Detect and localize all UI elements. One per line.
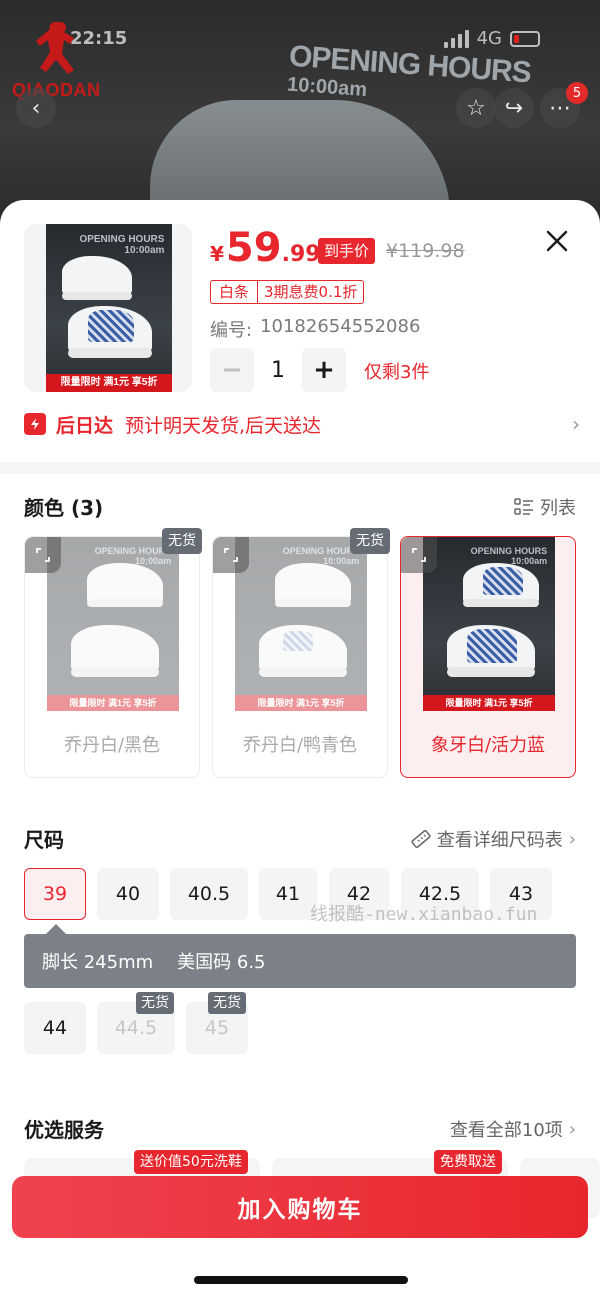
soldout-badge: 无货 <box>162 528 202 554</box>
size-tip: 脚长 245mm 美国码 6.5 <box>24 934 576 988</box>
home-indicator[interactable] <box>194 1276 408 1284</box>
delivery-text: 预计明天发货,后天送达 <box>125 414 322 437</box>
chevron-right-icon: › <box>568 1118 576 1140</box>
size-tip-arrow <box>46 924 66 934</box>
add-to-cart-button[interactable]: 加入购物车 <box>12 1176 588 1238</box>
soldout-badge: 无货 <box>350 528 390 554</box>
expand-icon[interactable] <box>25 537 61 573</box>
star-icon[interactable]: ☆ <box>456 88 496 128</box>
service-section-title: 优选服务 <box>24 1118 104 1142</box>
color-option-label: 乔丹白/鸭青色 <box>242 735 358 756</box>
price-decimal: .99 <box>281 242 321 267</box>
quantity-stepper: − 1 + <box>210 348 346 392</box>
view-all-services-link[interactable]: 查看全部10项 › <box>450 1116 576 1142</box>
back-icon[interactable]: ‹ <box>16 88 56 128</box>
decrease-quantity-button[interactable]: − <box>210 348 254 392</box>
original-price: ¥119.98 <box>386 240 465 262</box>
list-view-toggle[interactable]: 列表 <box>514 494 576 520</box>
cart-count-badge: 5 <box>566 82 588 104</box>
sku-number: 编号: 10182654552086 <box>210 316 420 342</box>
bottom-bar <box>0 1246 600 1298</box>
size-option-44[interactable]: 44 <box>24 1002 86 1054</box>
increase-quantity-button[interactable]: + <box>302 348 346 392</box>
size-option-41[interactable]: 41 <box>259 868 317 920</box>
battery-icon <box>510 30 540 47</box>
stock-remaining: 仅剩3件 <box>364 362 430 383</box>
lightning-icon <box>24 413 46 435</box>
list-view-label: 列表 <box>540 498 576 519</box>
installment-promo-badge[interactable]: 白条 3期息费0.1折 <box>210 280 365 304</box>
soldout-badge: 无货 <box>136 992 174 1014</box>
size-option-40-5[interactable]: 40.5 <box>170 868 248 920</box>
thumbnail-promo-banner: 限量限时 满1元 享5折 <box>46 374 172 392</box>
size-option-39[interactable]: 39 <box>24 868 86 920</box>
color-option-label: 乔丹白/黑色 <box>63 735 161 756</box>
color-option-image: OPENING HOURS 10:00am 限量限时 满1元 享5折 <box>235 537 367 711</box>
price: ¥ 59 .99 <box>210 228 321 268</box>
soldout-badge: 无货 <box>208 992 246 1014</box>
product-gallery-backdrop: OPENING HOURS 10:00am QIAODAN 22:15 4G ‹… <box>0 0 600 230</box>
delivery-title: 后日达 <box>56 414 114 437</box>
sku-value: 10182654552086 <box>260 316 421 337</box>
sku-selection-sheet: OPENING HOURS 10:00am 限量限时 满1元 享5折 ¥ 59 .… <box>0 200 600 1298</box>
expand-icon[interactable] <box>401 537 437 573</box>
expand-icon[interactable] <box>213 537 249 573</box>
sku-label: 编号: <box>210 320 253 341</box>
color-option-jordan-white-teal[interactable]: OPENING HOURS 10:00am 限量限时 满1元 享5折 乔丹白/鸭青… <box>212 536 388 778</box>
size-option-40[interactable]: 40 <box>97 868 159 920</box>
ruler-icon <box>411 830 431 848</box>
size-chart-label: 查看详细尺码表 <box>436 830 563 851</box>
service-tag-free-pickup: 免费取送 <box>434 1150 502 1174</box>
installment-text: 3期息费0.1折 <box>264 283 358 301</box>
status-time: 22:15 <box>70 28 128 49</box>
price-integer: 59 <box>225 225 282 271</box>
color-option-image: OPENING HOURS 10:00am 限量限时 满1元 享5折 <box>47 537 179 711</box>
delivery-estimate-row[interactable]: 后日达 预计明天发货,后天送达 › <box>24 408 580 440</box>
thumbnail-photo: OPENING HOURS 10:00am 限量限时 满1元 享5折 <box>46 224 172 392</box>
network-type: 4G <box>476 28 502 49</box>
foot-length: 脚长 245mm <box>42 952 154 973</box>
us-size: 美国码 6.5 <box>177 952 266 973</box>
section-divider <box>0 462 600 474</box>
close-icon[interactable] <box>544 228 570 254</box>
color-section-title: 颜色 (3) <box>24 496 104 520</box>
color-option-ivory-blue[interactable]: OPENING HOURS 10:00am 限量限时 满1元 享5折 象牙白/活力… <box>400 536 576 778</box>
color-option-image: OPENING HOURS 10:00am 限量限时 满1元 享5折 <box>423 537 555 711</box>
size-section-title: 尺码 <box>24 828 64 852</box>
quantity-value[interactable]: 1 <box>254 358 302 383</box>
baitiao-label: 白条 <box>211 281 259 303</box>
color-option-label: 象牙白/活力蓝 <box>430 735 546 756</box>
color-option-jordan-white-black[interactable]: OPENING HOURS 10:00am 限量限时 满1元 享5折 乔丹白/黑色 <box>24 536 200 778</box>
product-thumbnail[interactable]: OPENING HOURS 10:00am 限量限时 满1元 享5折 <box>24 224 192 392</box>
list-icon <box>514 498 533 515</box>
service-tag-shoe-wash: 送价值50元洗鞋 <box>134 1150 248 1174</box>
signal-icon <box>443 29 469 48</box>
watermark: 线报酷-new.xianbao.fun <box>310 904 538 925</box>
size-chart-link[interactable]: 查看详细尺码表 › <box>411 826 576 852</box>
status-indicators: 4G <box>443 28 540 49</box>
view-all-services-label: 查看全部10项 <box>449 1120 563 1141</box>
chevron-right-icon: › <box>568 828 576 850</box>
share-icon[interactable]: ↪ <box>494 88 534 128</box>
chevron-right-icon: › <box>572 412 580 436</box>
currency-symbol: ¥ <box>210 242 224 266</box>
final-price-tag: 到手价 <box>318 238 376 264</box>
